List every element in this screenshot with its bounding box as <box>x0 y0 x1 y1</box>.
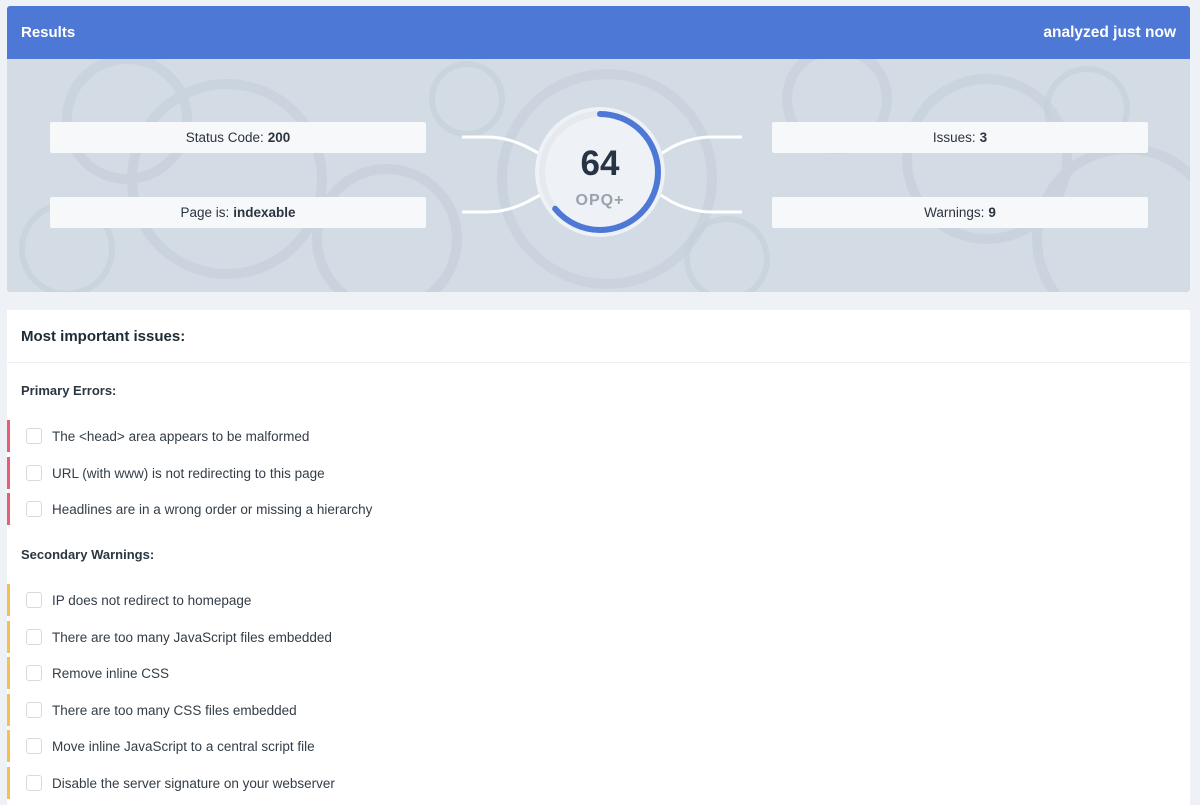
secondary-warning-item[interactable]: Disable the server signature on your web… <box>7 767 607 799</box>
results-title: Results <box>21 24 76 41</box>
warning-indicator <box>7 621 10 653</box>
primary-error-item[interactable]: URL (with www) is not redirecting to thi… <box>7 457 607 489</box>
warning-indicator <box>7 730 10 762</box>
status-code-value: 200 <box>267 130 291 145</box>
issue-checkbox[interactable] <box>26 702 42 718</box>
score-label: OPQ+ <box>575 192 625 209</box>
score-value: 64 <box>580 144 620 183</box>
issues-card: Most important issues: Primary Errors: T… <box>7 310 1190 805</box>
secondary-warning-item[interactable]: Remove inline CSS <box>7 657 607 689</box>
status-code-stat: Status Code: 200 <box>50 122 426 153</box>
issue-checkbox[interactable] <box>26 501 42 517</box>
issue-text: There are too many JavaScript files embe… <box>52 629 332 645</box>
issue-text: Disable the server signature on your web… <box>52 775 335 791</box>
primary-error-item[interactable]: The <head> area appears to be malformed <box>7 420 607 452</box>
issue-text: There are too many CSS files embedded <box>52 702 297 718</box>
analyzed-timestamp: analyzed just now <box>1043 23 1176 41</box>
issues-value: 3 <box>979 130 988 145</box>
page-indexable-stat: Page is: indexable <box>50 197 426 228</box>
score-gauge: 64 OPQ+ <box>535 107 665 237</box>
warnings-value: 9 <box>988 205 996 220</box>
issue-checkbox[interactable] <box>26 775 42 791</box>
error-indicator <box>7 493 10 525</box>
page-indexable-value: indexable <box>233 205 296 220</box>
issues-stat: Issues: 3 <box>772 122 1148 153</box>
issues-title: Most important issues: <box>7 310 1190 363</box>
results-hero: Status Code: 200 Page is: indexable Issu… <box>7 59 1190 292</box>
issue-text: URL (with www) is not redirecting to thi… <box>52 465 325 481</box>
issue-text: The <head> area appears to be malformed <box>52 428 310 444</box>
issue-checkbox[interactable] <box>26 592 42 608</box>
secondary-warnings-label: Secondary Warnings: <box>21 547 155 562</box>
issue-text: Move inline JavaScript to a central scri… <box>52 738 315 754</box>
status-code-label: Status Code: <box>185 130 264 145</box>
warnings-label: Warnings: <box>924 205 985 220</box>
error-indicator <box>7 457 10 489</box>
issue-checkbox[interactable] <box>26 665 42 681</box>
primary-error-item[interactable]: Headlines are in a wrong order or missin… <box>7 493 607 525</box>
issue-checkbox[interactable] <box>26 629 42 645</box>
results-card: Results analyzed just now Status Code: 2… <box>7 6 1190 292</box>
secondary-warning-item[interactable]: There are too many JavaScript files embe… <box>7 621 607 653</box>
secondary-warning-item[interactable]: There are too many CSS files embedded <box>7 694 607 726</box>
issues-label: Issues: <box>932 130 976 145</box>
issue-checkbox[interactable] <box>26 465 42 481</box>
results-header: Results analyzed just now <box>7 6 1190 59</box>
secondary-warning-item[interactable]: Move inline JavaScript to a central scri… <box>7 730 607 762</box>
error-indicator <box>7 420 10 452</box>
warnings-stat: Warnings: 9 <box>772 197 1148 228</box>
warning-indicator <box>7 657 10 689</box>
warning-indicator <box>7 767 10 799</box>
issue-text: Headlines are in a wrong order or missin… <box>52 501 373 517</box>
secondary-warning-item[interactable]: IP does not redirect to homepage <box>7 584 607 616</box>
primary-errors-label: Primary Errors: <box>21 383 117 398</box>
page-indexable-label: Page is: <box>180 205 230 220</box>
issue-checkbox[interactable] <box>26 428 42 444</box>
warning-indicator <box>7 584 10 616</box>
warning-indicator <box>7 694 10 726</box>
issue-text: IP does not redirect to homepage <box>52 592 252 608</box>
issue-checkbox[interactable] <box>26 738 42 754</box>
issue-text: Remove inline CSS <box>52 665 170 681</box>
